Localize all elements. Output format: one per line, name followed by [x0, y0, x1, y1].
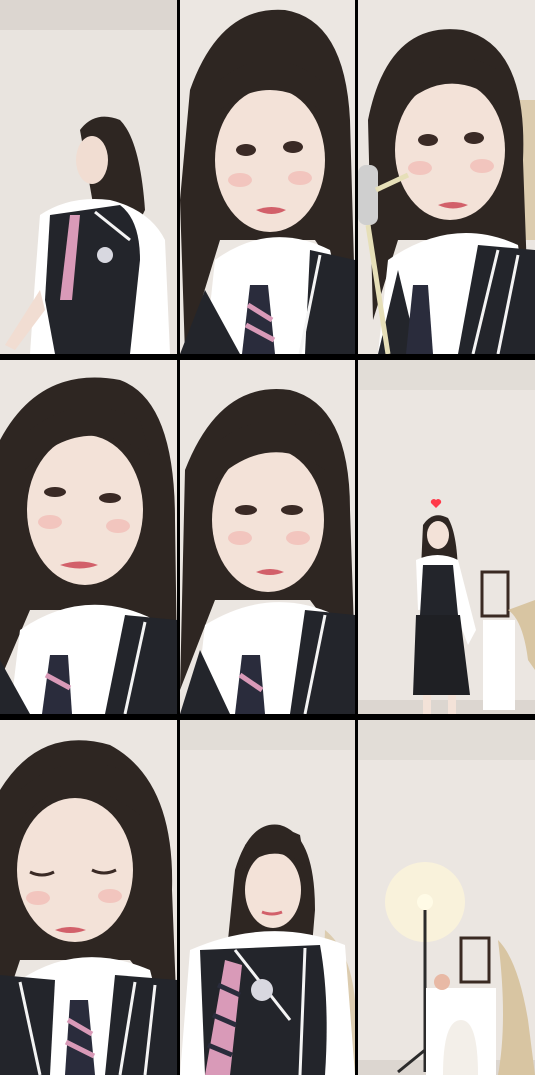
- video-tile-2[interactable]: [180, 0, 355, 354]
- tile-1-image: [0, 0, 177, 354]
- video-tile-4[interactable]: [0, 360, 177, 714]
- tile-3-image: [358, 0, 535, 354]
- tile-7-image: [0, 720, 177, 1075]
- video-tile-3[interactable]: [358, 0, 535, 354]
- tile-8-image: [180, 720, 355, 1075]
- tile-5-image: [180, 360, 355, 714]
- tile-6-image: [358, 360, 535, 714]
- video-tile-1[interactable]: [0, 0, 177, 354]
- tile-4-image: [0, 360, 177, 714]
- video-tile-9[interactable]: [358, 720, 535, 1075]
- video-grid: [0, 0, 535, 1075]
- tile-2-image: [180, 0, 355, 354]
- video-tile-6[interactable]: [358, 360, 535, 714]
- tile-9-image: [358, 720, 535, 1075]
- video-tile-8[interactable]: [180, 720, 355, 1075]
- video-tile-7[interactable]: [0, 720, 177, 1075]
- video-tile-5[interactable]: [180, 360, 355, 714]
